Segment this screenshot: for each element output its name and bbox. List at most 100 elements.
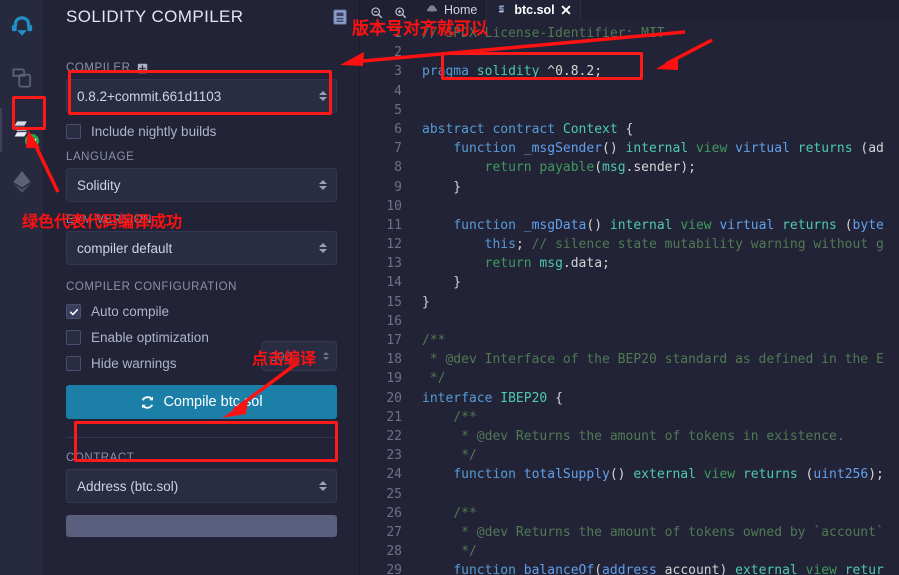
code-token: return [484,256,532,272]
zoom-out-icon[interactable] [370,6,383,19]
line-number: 20 [386,390,402,406]
code-token: * @dev Returns the amount of tokens owne… [422,524,884,540]
code-token: retur [844,563,884,575]
line-number: 13 [386,256,402,272]
code-token: function [453,563,516,575]
close-icon[interactable] [561,5,571,15]
contract-label: CONTRACT [66,452,135,464]
line-number: 2 [394,45,402,61]
remix-ide-window: SOLIDITY COMPILER COMPILER 0.8.2+commit.… [0,0,899,575]
zoom-in-icon[interactable] [394,6,407,19]
code-surface[interactable]: 1 2 3 4 5 6 7 8 9 10 11 12 13 14 15 16 17 18 19 20 21 22 23 24 2… [360,20,899,575]
code-token: uint256 [813,467,869,483]
editor-zoom-controls [364,6,417,20]
line-number-gutter: 1 2 3 4 5 6 7 8 9 10 11 12 13 14 15 16 17 18 19 20 21 22 23 24 2… [360,20,412,575]
code-token: interface [422,390,493,406]
include-nightly-builds-checkbox[interactable] [66,124,81,139]
code-line: function balanceOf(address account) exte… [422,561,899,575]
include-nightly-builds-row[interactable]: Include nightly builds [66,124,337,139]
line-number: 3 [394,64,402,80]
sidebar-item-file-explorers[interactable] [0,52,43,104]
line-number: 22 [386,428,402,444]
line-number: 4 [394,83,402,99]
chevron-updown-icon [319,243,327,253]
chevron-updown-icon [319,180,327,190]
hide-warnings-checkbox[interactable] [66,356,81,371]
language-select[interactable]: Solidity [66,168,337,202]
code-token: IBEP20 [500,390,548,406]
evm-version-select[interactable]: compiler default [66,231,337,265]
compiler-version-value: 0.8.2+commit.661d1103 [77,88,222,104]
auto-compile-checkbox[interactable] [66,304,81,319]
line-number: 5 [394,102,402,118]
tab-home[interactable]: Home [417,0,488,20]
code-token: view [695,141,728,157]
code-token: ); [868,467,884,483]
code-line: return payable(msg.sender); [422,158,899,177]
line-number: 7 [394,141,402,157]
code-token: virtual [719,217,775,233]
sidebar-item-deploy-run[interactable] [0,156,43,208]
code-token: } [422,179,462,195]
panel-body: COMPILER 0.8.2+commit.661d1103 Include n… [44,30,359,537]
chevron-updown-icon [319,481,327,491]
compiler-version-select[interactable]: 0.8.2+commit.661d1103 [66,79,337,113]
code-token: balanceOf [523,563,595,575]
line-number: 27 [386,524,402,540]
code-token: ( [836,217,853,233]
code-token: totalSupply [523,467,610,483]
contract-select[interactable]: Address (btc.sol) [66,469,337,503]
code-line: /** [422,331,899,350]
code-token: Context [562,121,618,137]
compiler-settings-icon[interactable] [137,63,148,74]
code-token: */ [422,544,477,560]
code-text[interactable]: // SPDX-License-Identifier: MIT pragma s… [412,20,899,575]
compiler-configuration-label: COMPILER CONFIGURATION [66,281,237,293]
code-token: } [422,294,430,310]
code-token: internal [609,217,673,233]
code-token: * @dev Returns the amount of tokens in e… [422,428,845,444]
remix-logo[interactable] [0,0,43,52]
code-token: this [484,237,516,253]
code-token: () [602,141,626,157]
tab-btc-sol[interactable]: btc.sol [487,0,581,20]
code-token: address [602,563,657,575]
line-number: 10 [386,198,402,214]
auto-compile-row[interactable]: Auto compile [66,304,337,319]
line-number: 16 [386,313,402,329]
sidebar-item-solidity-compiler[interactable] [0,104,43,156]
editor-tabbar: Home btc.sol [360,0,899,20]
contract-value: Address (btc.sol) [77,478,179,494]
tab-btc-sol-label: btc.sol [514,2,555,17]
code-editor: Home btc.sol 1 2 3 4 5 6 7 8 9 10 11 12 13 14 15 16 17 18… [360,0,899,575]
enable-optimization-checkbox[interactable] [66,330,81,345]
line-number: 21 [386,409,402,425]
compile-button[interactable]: Compile btc.sol [66,385,337,419]
code-token: ; [515,237,532,253]
file-explorers-icon [11,68,31,88]
code-token: { [547,390,563,406]
code-token: // silence state mutability warning with… [531,237,884,253]
line-number: 26 [386,505,402,521]
line-number: 23 [386,448,402,464]
contract-details-bar[interactable] [66,515,337,537]
code-line: */ [422,446,899,465]
panel-divider [66,437,337,438]
evm-version-value: compiler default [77,240,173,256]
document-icon[interactable] [333,9,347,25]
code-line: * @dev Returns the amount of tokens owne… [422,523,899,542]
optimization-runs-input[interactable]: 200 [261,341,337,371]
code-token: internal [625,141,689,157]
line-number: 29 [386,563,402,575]
code-token: account) [656,563,736,575]
